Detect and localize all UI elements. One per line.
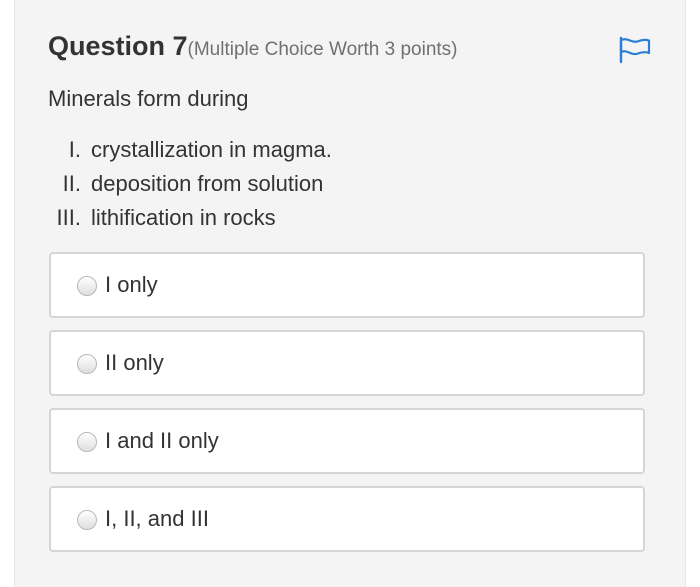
statement-text: crystallization in magma.: [91, 137, 332, 162]
question-title: Question 7: [48, 31, 188, 61]
radio-button[interactable]: [77, 432, 97, 452]
answer-option-3[interactable]: I and II only: [49, 408, 645, 474]
flag-button[interactable]: [618, 36, 652, 64]
answer-option-label: I only: [105, 272, 158, 297]
question-header: Question 7(Multiple Choice Worth 3 point…: [48, 31, 458, 62]
statement-number: I.: [68, 137, 81, 162]
radio-button[interactable]: [77, 354, 97, 374]
statement-text: lithification in rocks: [91, 205, 276, 230]
answer-option-4[interactable]: I, II, and III: [49, 486, 645, 552]
question-card: Question 7(Multiple Choice Worth 3 point…: [14, 0, 686, 587]
answer-option-2[interactable]: II only: [49, 330, 645, 396]
statement-text: deposition from solution: [91, 171, 324, 196]
answer-option-1[interactable]: I only: [49, 252, 645, 318]
answer-option-label: I and II only: [105, 428, 219, 453]
flag-icon: [619, 36, 651, 64]
answer-option-label: I, II, and III: [105, 506, 209, 531]
answer-option-label: II only: [105, 350, 164, 375]
statement-number: III.: [56, 205, 81, 230]
radio-button[interactable]: [77, 276, 97, 296]
statement-number: II.: [62, 171, 81, 196]
radio-button[interactable]: [77, 510, 97, 530]
question-subtitle: (Multiple Choice Worth 3 points): [187, 39, 458, 60]
question-prompt: Minerals form during: [48, 86, 249, 111]
